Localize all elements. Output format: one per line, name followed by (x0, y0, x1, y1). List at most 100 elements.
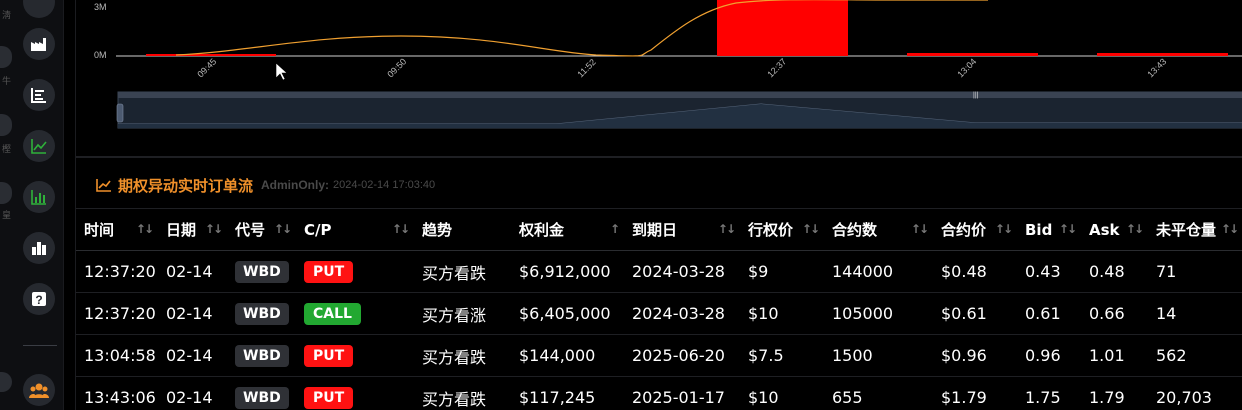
y-axis-label: 0M (94, 50, 107, 60)
zoom-handle-left[interactable] (116, 103, 124, 123)
y-axis-label: 3M (94, 2, 107, 12)
sidebar-help-button[interactable]: ? (23, 283, 55, 315)
cell-expiry: 2025-01-17 (624, 376, 740, 410)
col-header-cp[interactable]: C/P ↑↓ (296, 208, 414, 251)
volume-bar[interactable] (1097, 53, 1228, 56)
col-header-ask[interactable]: Ask ↑↓ (1081, 208, 1148, 251)
cell-ask: 1.79 (1081, 376, 1148, 410)
premium-flow-chart[interactable]: 3M 0M 09:45 09:50 11:52 12:37 13:04 13:4… (76, 0, 1242, 158)
col-header-time[interactable]: 时间 ↑↓ (76, 208, 158, 251)
cell-strike: $9 (740, 250, 824, 293)
ticker-badge[interactable]: WBD (235, 386, 289, 409)
cell-trend: 买方看跌 (414, 250, 511, 293)
cell-ask: 1.01 (1081, 334, 1148, 377)
section-header: 期权异动实时订单流 AdminOnly: 2024-02-14 17:03:40 (96, 174, 435, 196)
list-chart-icon (31, 88, 46, 103)
ticker-badge[interactable]: WBD (235, 344, 289, 367)
x-axis-label: 09:50 (385, 56, 408, 79)
trend-chart-icon (96, 179, 111, 192)
table-row[interactable]: 12:37:20 02-14 WBD PUT 买方看跌 $6,912,000 2… (76, 250, 1242, 293)
ticker-badge[interactable]: WBD (235, 260, 289, 283)
data-zoom-slider[interactable]: ||| (116, 91, 1242, 129)
cell-date: 02-14 (158, 376, 227, 410)
sidebar-factory-button[interactable] (23, 28, 55, 60)
sidebar-cut-tab[interactable] (0, 114, 12, 136)
table-row[interactable]: 13:04:58 02-14 WBD PUT 买方看跌 $144,000 202… (76, 334, 1242, 377)
cell-open-interest: 562 (1148, 334, 1242, 377)
col-header-date[interactable]: 日期 ↑↓ (158, 208, 227, 251)
col-header-contracts[interactable]: 合约数 ↑↓ (824, 208, 933, 251)
col-header-premium[interactable]: 权利金 ↑ (511, 208, 624, 251)
sidebar-users-button[interactable] (23, 374, 55, 406)
factory-icon (31, 38, 46, 51)
sidebar-cut-tab[interactable] (0, 46, 12, 68)
trend-up-icon (31, 139, 47, 154)
svg-text:?: ? (35, 293, 42, 307)
sort-icon[interactable]: ↑↓ (1126, 222, 1144, 236)
sort-icon[interactable]: ↑↓ (802, 222, 820, 236)
cp-badge: PUT (304, 386, 354, 409)
volume-bar[interactable] (717, 0, 848, 56)
col-header-ticker[interactable]: 代号 ↑↓ (227, 208, 296, 251)
sidebar-column-chart-button[interactable] (23, 232, 55, 264)
sort-icon[interactable]: ↑↓ (392, 222, 410, 236)
ticker-badge[interactable]: WBD (235, 302, 289, 325)
col-header-open-interest[interactable]: 未平仓量 ↑↓ (1148, 208, 1242, 251)
col-header-trend[interactable]: 趋势 (414, 208, 511, 251)
cell-expiry: 2024-03-28 (624, 250, 740, 293)
sort-icon[interactable]: ↑↓ (205, 222, 223, 236)
sort-icon[interactable]: ↑↓ (1221, 222, 1239, 236)
cell-open-interest: 71 (1148, 250, 1242, 293)
volume-bar[interactable] (146, 54, 276, 56)
cell-trend: 买方看跌 (414, 334, 511, 377)
sort-icon[interactable]: ↑↓ (995, 222, 1013, 236)
x-axis-label: 09:45 (195, 56, 218, 79)
cell-ask: 0.48 (1081, 250, 1148, 293)
col-header-expiry[interactable]: 到期日 ↑↓ (624, 208, 740, 251)
col-header-strike[interactable]: 行权价 ↑↓ (740, 208, 824, 251)
x-axis-label: 13:43 (1145, 56, 1168, 79)
cell-ask: 0.66 (1081, 292, 1148, 335)
options-flow-table: 时间 ↑↓ 日期 ↑↓ 代号 ↑↓ C/P ↑↓ 趋势 权利金 ↑ 到期日 ↑↓ 行权价 ↑↓… (76, 208, 1242, 410)
x-axis-label: 11:52 (575, 57, 598, 80)
panel-separator (76, 156, 1242, 158)
sidebar-cut-label: 牛 (2, 77, 12, 87)
col-header-price[interactable]: 合约价 ↑↓ (933, 208, 1017, 251)
cell-contracts: 1500 (824, 334, 933, 377)
sidebar-list-chart-button[interactable] (23, 79, 55, 111)
sort-icon[interactable]: ↑↓ (718, 222, 736, 236)
sidebar-top-button[interactable] (23, 0, 55, 18)
table-row[interactable]: 12:37:20 02-14 WBD CALL 买方看涨 $6,405,000 … (76, 292, 1242, 335)
sidebar-cut-tab[interactable] (0, 372, 12, 392)
sidebar-trend-button[interactable] (23, 130, 55, 162)
cell-bid: 0.61 (1017, 292, 1081, 335)
cell-date: 02-14 (158, 250, 227, 293)
cell-bid: 1.75 (1017, 376, 1081, 410)
sort-icon[interactable]: ↑↓ (136, 222, 154, 236)
sidebar-cut-tab[interactable] (0, 182, 12, 204)
cell-contracts: 655 (824, 376, 933, 410)
cell-price: $0.96 (933, 334, 1017, 377)
sidebar-cut-label: 樫 (2, 145, 12, 155)
x-axis-label: 13:04 (955, 56, 978, 79)
cell-bid: 0.96 (1017, 334, 1081, 377)
sidebar-bar-chart-button[interactable] (23, 181, 55, 213)
cell-date: 02-14 (158, 334, 227, 377)
cp-badge: CALL (304, 302, 361, 325)
table-row[interactable]: 13:43:06 02-14 WBD PUT 买方看跌 $117,245 202… (76, 376, 1242, 410)
volume-bar[interactable] (907, 53, 1038, 56)
cell-expiry: 2025-06-20 (624, 334, 740, 377)
sort-asc-icon[interactable]: ↑ (610, 222, 620, 236)
users-icon (29, 383, 49, 398)
sort-icon[interactable]: ↑↓ (911, 222, 929, 236)
sidebar-cut-label: 淸 (2, 11, 12, 21)
help-icon: ? (32, 292, 46, 307)
zoom-handle-grip[interactable]: ||| (973, 92, 979, 99)
sort-icon[interactable]: ↑↓ (1059, 222, 1077, 236)
sort-icon[interactable]: ↑↓ (274, 222, 292, 236)
column-chart-icon (32, 242, 46, 255)
cp-badge: PUT (304, 260, 354, 283)
col-header-bid[interactable]: Bid ↑↓ (1017, 208, 1081, 251)
cell-open-interest: 20,703 (1148, 376, 1242, 410)
cell-price: $0.48 (933, 250, 1017, 293)
